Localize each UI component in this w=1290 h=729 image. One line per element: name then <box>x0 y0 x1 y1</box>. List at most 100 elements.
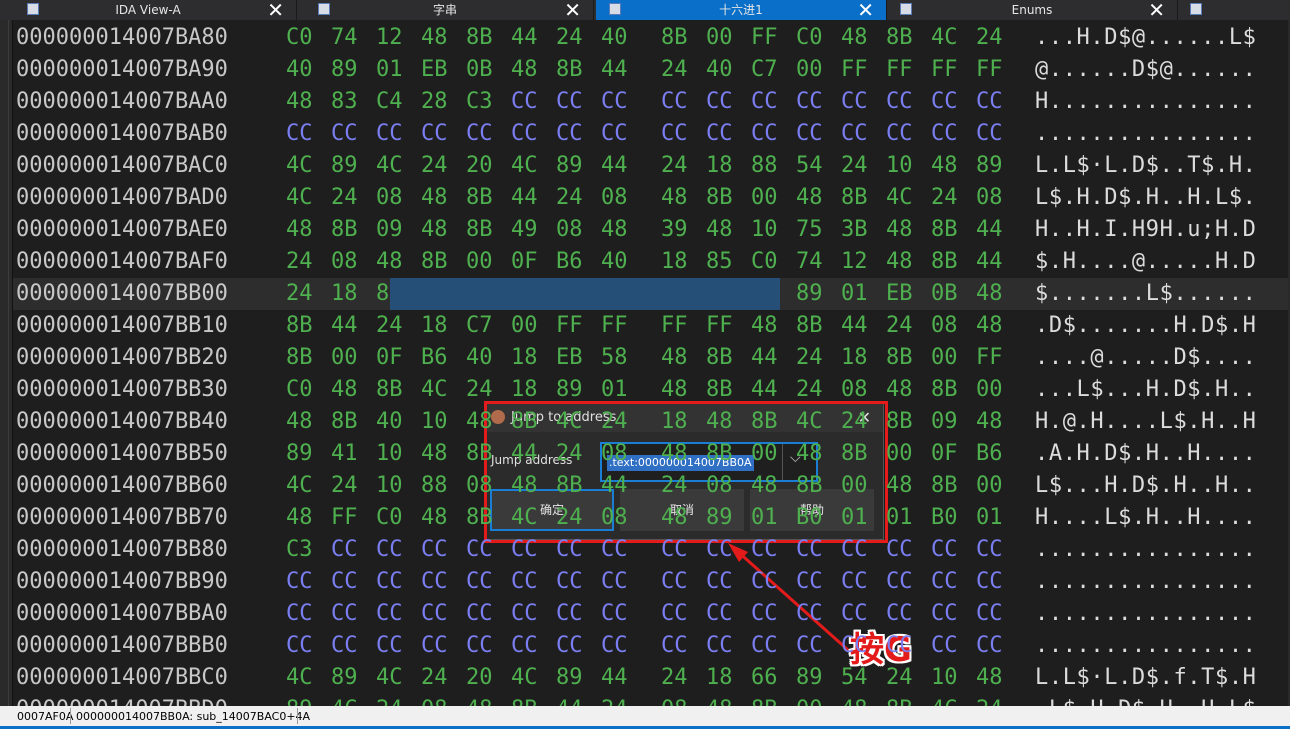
hex-byte[interactable]: CC <box>751 86 781 118</box>
hex-byte[interactable]: CC <box>331 566 361 598</box>
hex-byte[interactable]: CC <box>466 566 496 598</box>
hex-byte[interactable]: 48 <box>886 246 916 278</box>
hex-byte[interactable]: CC <box>706 566 736 598</box>
hex-byte[interactable]: 0F <box>931 438 961 470</box>
hex-byte[interactable]: 4C <box>931 694 961 706</box>
hex-byte[interactable]: 48 <box>976 406 1006 438</box>
hex-byte[interactable]: 4C <box>331 694 361 706</box>
hex-byte[interactable]: 89 <box>976 150 1006 182</box>
hex-byte[interactable]: 74 <box>331 22 361 54</box>
hex-byte[interactable]: 44 <box>751 342 781 374</box>
hex-byte[interactable]: 8B <box>706 438 736 470</box>
hex-byte[interactable]: CC <box>661 86 691 118</box>
hex-byte[interactable]: 08 <box>661 694 691 706</box>
hex-byte[interactable]: 8B <box>706 182 736 214</box>
hex-byte[interactable]: CC <box>706 534 736 566</box>
hex-byte[interactable]: CC <box>511 598 541 630</box>
hex-byte[interactable]: CC <box>886 86 916 118</box>
hex-byte[interactable]: 4C <box>556 406 586 438</box>
hex-byte[interactable]: 74 <box>796 246 826 278</box>
hex-byte[interactable]: 8B <box>796 310 826 342</box>
hex-byte[interactable]: 24 <box>421 150 451 182</box>
hex-byte[interactable]: 4C <box>511 662 541 694</box>
hex-byte[interactable]: 8B <box>751 406 781 438</box>
hex-byte[interactable]: 8B <box>556 470 586 502</box>
hex-byte[interactable]: 8B <box>931 214 961 246</box>
hex-byte[interactable]: CC <box>931 566 961 598</box>
hex-byte[interactable]: 8B <box>841 182 871 214</box>
hex-byte[interactable]: 48 <box>706 406 736 438</box>
hex-byte[interactable]: 00 <box>706 22 736 54</box>
hex-byte[interactable]: CC <box>286 598 316 630</box>
hex-byte[interactable]: 8B <box>661 22 691 54</box>
hex-byte[interactable]: 8B <box>886 342 916 374</box>
hex-byte[interactable]: 24 <box>661 150 691 182</box>
hex-byte[interactable]: 24 <box>376 310 406 342</box>
hex-byte[interactable]: 40 <box>601 22 631 54</box>
hex-byte[interactable]: CC <box>976 566 1006 598</box>
hex-byte[interactable]: 40 <box>466 342 496 374</box>
hex-byte[interactable]: 89 <box>331 662 361 694</box>
hex-byte[interactable]: CC <box>466 630 496 662</box>
hex-byte[interactable]: 48 <box>796 438 826 470</box>
hex-byte[interactable]: FF <box>556 310 586 342</box>
hex-byte[interactable]: 89 <box>331 150 361 182</box>
hex-byte[interactable]: 20 <box>466 662 496 694</box>
hex-byte[interactable]: 48 <box>661 374 691 406</box>
hex-byte[interactable]: 89 <box>556 150 586 182</box>
hex-byte[interactable]: 24 <box>661 54 691 86</box>
hex-byte[interactable]: 10 <box>421 406 451 438</box>
hex-byte[interactable]: C0 <box>286 22 316 54</box>
hex-byte[interactable]: CC <box>751 598 781 630</box>
hex-byte[interactable]: CC <box>796 118 826 150</box>
hex-byte[interactable]: 8B <box>466 438 496 470</box>
hex-byte[interactable]: 24 <box>331 470 361 502</box>
hex-byte[interactable]: 8B <box>931 470 961 502</box>
hex-byte[interactable]: 0B <box>466 54 496 86</box>
hex-byte[interactable]: 18 <box>661 406 691 438</box>
hex-byte[interactable]: 66 <box>751 662 781 694</box>
hex-byte[interactable]: 0F <box>376 342 406 374</box>
hex-byte[interactable]: 00 <box>796 694 826 706</box>
hex-byte[interactable]: 89 <box>706 502 736 534</box>
hex-byte[interactable]: CC <box>886 598 916 630</box>
hex-byte[interactable]: 4C <box>286 470 316 502</box>
hex-byte[interactable]: CC <box>376 118 406 150</box>
hex-byte[interactable]: 4C <box>511 150 541 182</box>
hex-byte[interactable]: 58 <box>601 342 631 374</box>
hex-byte[interactable]: 8B <box>751 694 781 706</box>
hex-byte[interactable]: 48 <box>286 502 316 534</box>
hex-byte[interactable]: CC <box>331 630 361 662</box>
hex-byte[interactable]: 4C <box>286 182 316 214</box>
hex-byte[interactable]: CC <box>841 534 871 566</box>
hex-byte[interactable]: 8B <box>511 694 541 706</box>
hex-byte[interactable]: 01 <box>976 502 1006 534</box>
hex-byte[interactable]: CC <box>796 566 826 598</box>
hex-byte[interactable]: 48 <box>511 470 541 502</box>
hex-byte[interactable]: CC <box>511 566 541 598</box>
hex-byte[interactable]: 44 <box>511 22 541 54</box>
hex-byte[interactable]: 44 <box>331 310 361 342</box>
hex-byte[interactable]: 8B <box>841 438 871 470</box>
hex-byte[interactable]: 00 <box>751 438 781 470</box>
hex-byte[interactable]: 08 <box>421 694 451 706</box>
hex-byte[interactable]: 24 <box>796 342 826 374</box>
hex-row[interactable]: 000000014007BAB0 CC CC CC CC CC CC CC CC CC CC CC CC… <box>13 118 1288 150</box>
hex-byte[interactable]: 8B <box>466 502 496 534</box>
hex-byte[interactable]: C3 <box>466 86 496 118</box>
hex-byte[interactable]: 12 <box>841 246 871 278</box>
hex-byte[interactable]: 44 <box>601 662 631 694</box>
hex-byte[interactable]: CC <box>931 118 961 150</box>
hex-byte[interactable]: CC <box>421 566 451 598</box>
hex-byte[interactable]: 8B <box>466 182 496 214</box>
hex-byte[interactable]: 48 <box>286 406 316 438</box>
hex-byte[interactable]: CC <box>931 86 961 118</box>
hex-byte[interactable]: 44 <box>976 214 1006 246</box>
hex-row[interactable]: 000000014007BA80 C0 74 12 48 8B 44 24 40 8B 00 FF C0… <box>13 22 1288 54</box>
hex-byte[interactable]: CC <box>601 118 631 150</box>
hex-byte[interactable]: CC <box>841 598 871 630</box>
hex-byte[interactable]: 44 <box>601 470 631 502</box>
hex-byte[interactable]: 8B <box>376 374 406 406</box>
hex-byte[interactable]: 08 <box>976 182 1006 214</box>
hex-byte[interactable]: 24 <box>331 182 361 214</box>
